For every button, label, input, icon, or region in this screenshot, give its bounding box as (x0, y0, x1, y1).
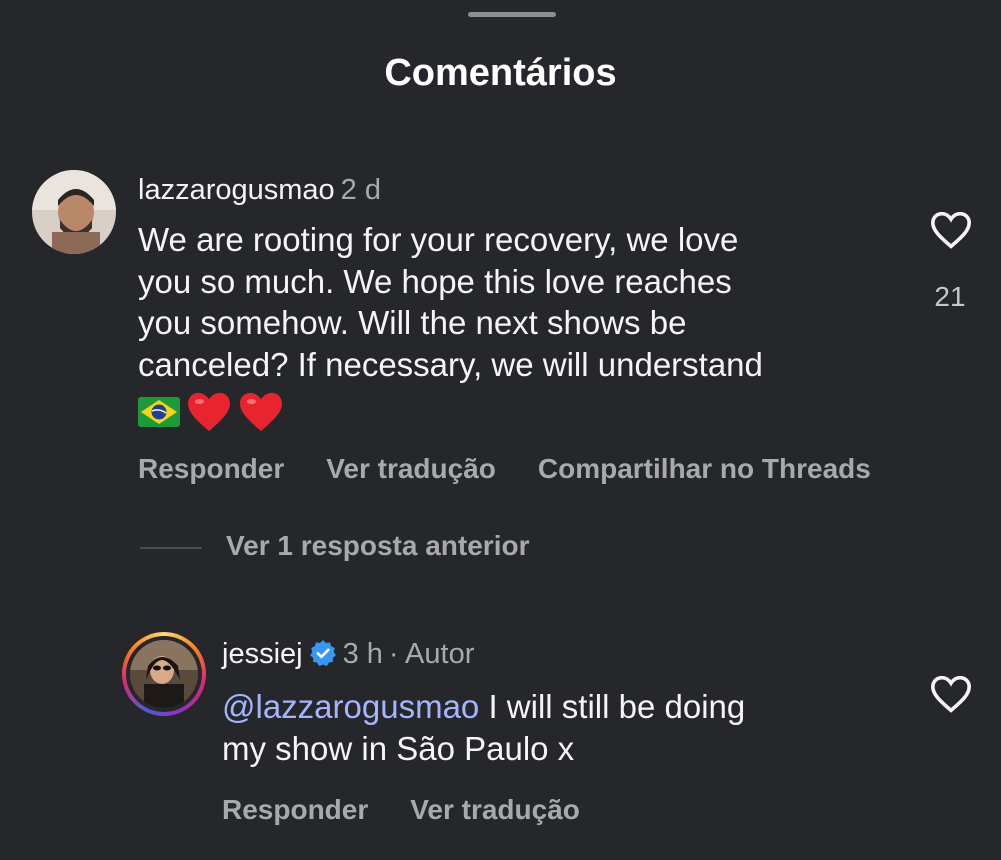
verified-badge-icon (309, 640, 336, 666)
author-label: · Autor (388, 638, 475, 670)
sheet-title: Comentários (384, 52, 617, 94)
brazil-flag-icon (138, 397, 180, 427)
emoji-row (138, 391, 763, 433)
reply-body: @lazzarogusmao I will still be doing my … (222, 686, 745, 769)
replies-divider (140, 546, 202, 549)
reply-actions: Responder Ver tradução (222, 794, 580, 826)
red-heart-icon (240, 392, 282, 432)
translate-button[interactable]: Ver tradução (326, 453, 496, 484)
reply-text: I will still be doing (479, 688, 746, 725)
reply-button[interactable]: Responder (138, 453, 284, 484)
red-heart-icon (188, 392, 230, 432)
reply-time: 3 h (342, 638, 383, 670)
comment-text-line: you somehow. Will the next shows be (138, 304, 687, 341)
comment-username[interactable]: lazzarogusmao (138, 174, 335, 206)
reply-text-line: @lazzarogusmao I will still be doing (222, 686, 745, 728)
comment-actions: Responder Ver tradução Compartilhar no Thr… (138, 453, 871, 485)
share-threads-button[interactable]: Compartilhar no Threads (538, 453, 871, 484)
avatar (130, 640, 198, 708)
mention-link[interactable]: @lazzarogusmao (222, 688, 479, 725)
comment-text-line: We are rooting for your recovery, we lov… (138, 221, 739, 258)
avatar-story-ring[interactable] (122, 632, 206, 716)
view-replies-label: Ver 1 resposta anterior (226, 530, 530, 561)
comment-body: We are rooting for your recovery, we lov… (138, 219, 763, 433)
comment-username-line: lazzarogusmao 2 d (138, 174, 381, 207)
avatar[interactable] (32, 170, 116, 254)
reply-username[interactable]: jessiej (222, 638, 303, 670)
reply-button[interactable]: Responder (222, 794, 368, 825)
comment-text-line: you so much. We hope this love reaches (138, 262, 732, 300)
reply-text-line: my show in São Paulo x (222, 729, 575, 767)
comment-time: 2 d (340, 174, 381, 206)
reply-username-line: jessiej 3 h · Autor (222, 638, 474, 671)
comment-text-line: canceled? If necessary, we will understa… (138, 345, 763, 383)
view-replies-link[interactable]: Ver 1 resposta anterior (140, 530, 529, 562)
heart-outline-icon[interactable] (929, 674, 973, 714)
heart-outline-icon[interactable] (929, 210, 973, 250)
drag-handle[interactable] (468, 12, 556, 17)
translate-button[interactable]: Ver tradução (410, 794, 580, 825)
like-count: 21 (934, 281, 966, 312)
